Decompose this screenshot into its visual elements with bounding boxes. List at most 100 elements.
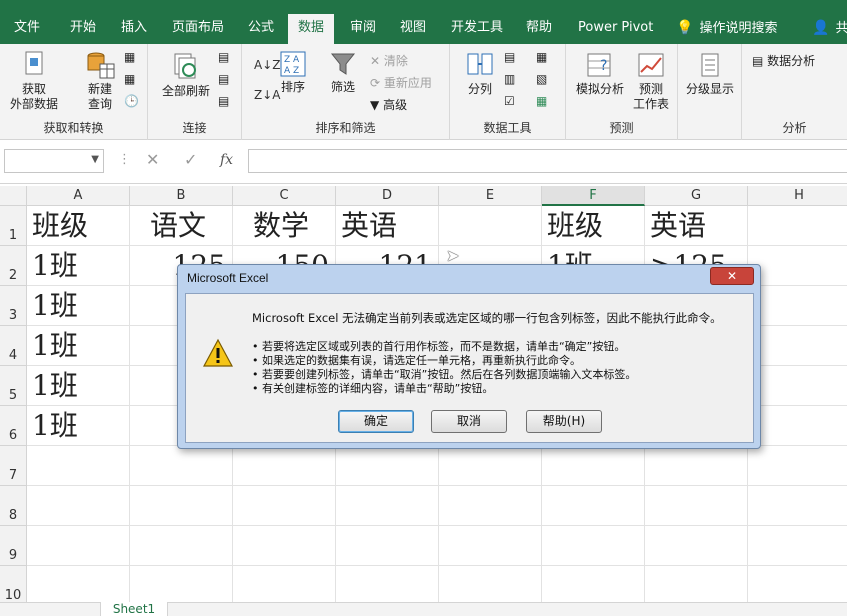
cell-a4[interactable]: 1班 [27,326,130,366]
outline-button[interactable]: 分级显示 [682,50,738,97]
cell-a6[interactable]: 1班 [27,406,130,446]
formula-input[interactable] [248,149,847,173]
remove-duplicates-icon[interactable]: ▥ [504,72,515,86]
tab-page-layout[interactable]: 页面布局 [172,12,224,44]
tab-power-pivot[interactable]: Power Pivot [578,12,653,44]
advanced-filter-button[interactable]: ▼ 高级 [370,96,407,113]
tab-view[interactable]: 视图 [400,12,426,44]
tab-data[interactable]: 数据 [288,14,335,44]
new-query-button[interactable]: 新建 查询 [76,50,124,112]
filter-button[interactable]: 筛选 [326,50,360,95]
cell-d1[interactable]: 英语 [336,206,439,246]
relationships-icon[interactable]: ▧ [536,72,547,86]
data-model-icon[interactable]: ▦ [536,94,547,108]
data-analysis-button[interactable]: ▤ 数据分析 [752,52,815,69]
column-header-g[interactable]: G [645,186,748,206]
row-header-6[interactable]: 6 [0,406,27,446]
column-header-b[interactable]: B [130,186,233,206]
cell-a5[interactable]: 1班 [27,366,130,406]
row-header-4[interactable]: 4 [0,326,27,366]
show-queries-icon[interactable]: ▦ [124,50,135,64]
tab-insert[interactable]: 插入 [121,12,147,44]
data-validation-icon[interactable]: ☑ [504,94,515,108]
get-external-data-button[interactable]: 获取 外部数据 [4,50,64,112]
cell-a2[interactable]: 1班 [27,246,130,286]
properties-icon[interactable]: ▤ [218,72,229,86]
tab-developer[interactable]: 开发工具 [451,12,503,44]
cell-e1[interactable] [439,206,542,246]
column-header-c[interactable]: C [233,186,336,206]
cell-h1[interactable] [748,206,847,246]
tab-formulas[interactable]: 公式 [248,12,274,44]
svg-text:?: ? [600,58,607,74]
cell-g1[interactable]: 英语 [645,206,748,246]
clear-filter-button[interactable]: ✕ 清除 [370,52,408,69]
row-header-2[interactable]: 2 [0,246,27,286]
refresh-icon [174,53,196,79]
cell-b1[interactable]: 语文 [130,206,233,246]
flash-fill-icon[interactable]: ▤ [504,50,515,64]
new-query-icon [87,52,115,79]
recent-sources-icon[interactable]: 🕒 [124,94,139,108]
row-header-9[interactable]: 9 [0,526,27,566]
column-header-e[interactable]: E [439,186,542,206]
column-header-h[interactable]: H [748,186,847,206]
column-header-a[interactable]: A [27,186,130,206]
ok-button[interactable]: 确定 [338,410,414,433]
tab-help[interactable]: 帮助 [526,12,552,44]
tell-me-search[interactable]: 💡 操作说明搜索 [676,12,777,44]
text-to-columns-button[interactable]: 分列 [462,50,498,97]
from-table-icon[interactable]: ▦ [124,72,135,86]
column-header-f[interactable]: F [542,186,645,206]
row-header-7[interactable]: 7 [0,446,27,486]
share-button[interactable]: 👤 共 [812,12,847,44]
select-all-corner[interactable] [0,186,27,206]
row-header-3[interactable]: 3 [0,286,27,326]
cell-h2[interactable] [748,246,847,286]
svg-text:Z A: Z A [284,55,300,65]
column-header-d[interactable]: D [336,186,439,206]
tab-file[interactable]: 文件 [14,12,40,44]
reapply-button[interactable]: ⟳ 重新应用 [370,74,432,91]
sheet-tab-sheet1[interactable]: Sheet1 [100,602,168,616]
chevron-down-icon[interactable]: ▼ [91,154,99,165]
row-header-5[interactable]: 5 [0,366,27,406]
refresh-all-button[interactable]: 全部刷新 [160,50,212,99]
sort-descending-icon[interactable]: Z↓A [254,88,280,102]
edit-links-icon[interactable]: ▤ [218,94,229,108]
resize-handle-icon[interactable]: ⋮ [118,152,131,167]
cancel-button[interactable]: 取消 [431,410,507,433]
row-header-8[interactable]: 8 [0,486,27,526]
insert-function-icon[interactable]: fx [220,152,233,168]
help-button[interactable]: 帮助(H) [526,410,602,433]
tab-review[interactable]: 审阅 [350,12,376,44]
outline-icon [701,53,719,77]
sheet-tab-bar: Sheet1 [0,602,847,616]
confirm-entry-icon[interactable]: ✓ [184,150,197,169]
sort-icon: Z A A Z [280,51,306,77]
row-header-10[interactable]: 10 [0,566,27,606]
group-connections: 全部刷新 ▤ ▤ ▤ 连接 [148,44,242,140]
forecast-sheet-button[interactable]: 预测 工作表 [628,50,674,112]
dialog-title: Microsoft Excel [187,271,269,285]
tab-home[interactable]: 开始 [70,12,96,44]
connections-icon[interactable]: ▤ [218,50,229,64]
consolidate-icon[interactable]: ▦ [536,50,547,64]
funnel-icon [330,53,356,75]
row-header-1[interactable]: 1 [0,206,27,246]
dialog-bullet: • 有关创建标签的详细内容，请单击“帮助”按钮。 [252,382,494,395]
svg-text:A Z: A Z [284,66,299,76]
sort-button[interactable]: Z A A Z 排序 [278,50,308,95]
cell-a3[interactable]: 1班 [27,286,130,326]
text-to-columns-icon [467,53,493,75]
ribbon: 获取 外部数据 新建 查询 ▦ ▦ 🕒 获取和转换 全部刷新 ▤ ▤ ▤ 连接 … [0,44,847,140]
name-box[interactable]: ▼ [4,149,104,173]
what-if-analysis-button[interactable]: ? 模拟分析 [572,50,628,97]
cell-f1[interactable]: 班级 [542,206,645,246]
cell-c1[interactable]: 数学 [233,206,336,246]
cell-a1[interactable]: 班级 [27,206,130,246]
cancel-entry-icon[interactable]: ✕ [146,150,159,169]
dialog-close-button[interactable]: ✕ [710,267,754,285]
excel-dialog: Microsoft Excel ✕ Microsoft Excel 无法确定当前… [177,264,761,449]
sort-ascending-icon[interactable]: A↓Z [254,58,280,72]
